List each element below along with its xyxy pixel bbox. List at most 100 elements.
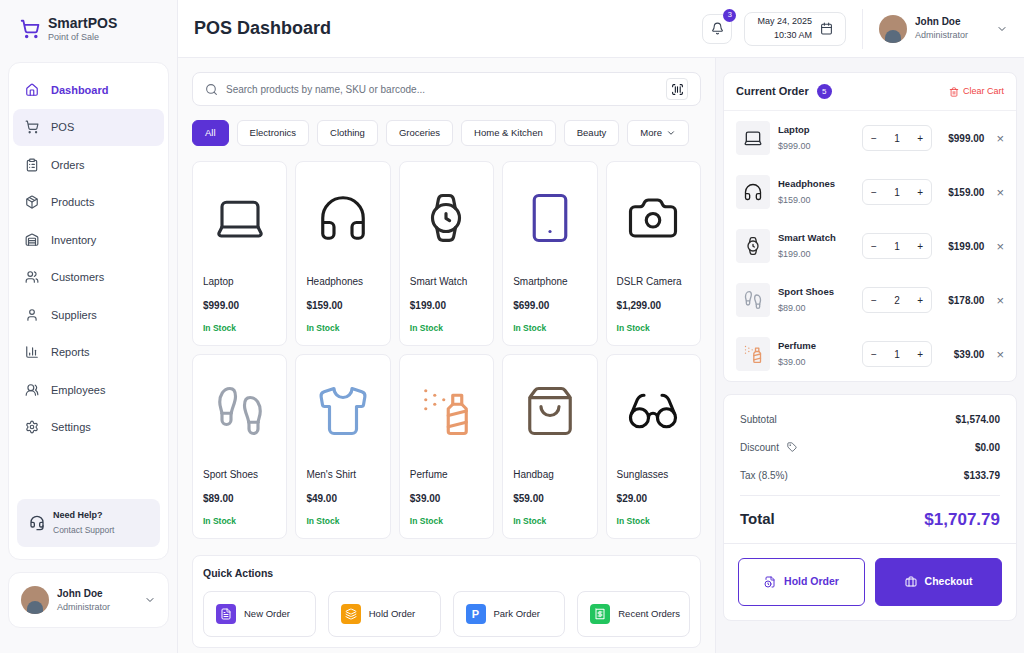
nav-icon [25,120,39,134]
quick-action-button[interactable]: Hold Order [328,591,441,637]
increase-button[interactable]: + [917,347,923,362]
sidebar-item[interactable]: Reports [13,334,164,372]
search-input[interactable] [226,82,658,97]
product-name: Perfume [410,467,483,482]
category-tab[interactable]: Clothing [317,120,378,146]
product-price: $39.00 [410,491,483,506]
category-tabs: All Electronics Clothing Groceries Home & Ki… [192,120,701,146]
product-image [617,365,690,457]
hold-order-button[interactable]: Hold Order [738,558,865,606]
product-image [617,172,690,264]
remove-button[interactable]: × [996,294,1004,307]
header-user-role: Administrator [915,29,968,43]
product-name: Laptop [203,274,276,289]
category-tab[interactable]: Home & Kitchen [461,120,556,146]
product-stock: In Stock [203,322,276,335]
clear-cart-button[interactable]: Clear Cart [949,85,1004,99]
decrease-button[interactable]: − [871,293,877,308]
sidebar-item[interactable]: Settings [13,409,164,447]
bell-icon [711,22,724,35]
quick-action-icon: P [466,604,486,624]
nav-icon [25,270,39,284]
product-card[interactable]: Laptop $999.00 In Stock [192,161,287,346]
sidebar-item[interactable]: Products [13,184,164,222]
help-box[interactable]: Need Help?Contact Support [17,499,160,547]
order-summary: Subtotal$1,574.00Discount$0.00Tax (8.5%)… [723,394,1017,621]
product-stock: In Stock [410,515,483,528]
sidebar-user[interactable]: John DoeAdministrator [8,572,169,628]
product-icon [523,384,577,438]
quick-action-icon [216,604,236,624]
category-tab[interactable]: Groceries [386,120,453,146]
quick-action-icon [590,604,610,624]
product-name: Men's Shirt [306,467,379,482]
order-item-icon [743,128,763,148]
search-bar[interactable] [192,72,701,106]
nav-icon [25,158,39,172]
order-item-name: Laptop [778,123,854,137]
sidebar-item[interactable]: Dashboard [13,71,164,109]
logo[interactable]: SmartPOSPoint of Sale [8,0,169,58]
order-item-price: $199.00 [778,248,854,262]
quantity: 1 [894,239,900,254]
product-stock: In Stock [513,322,586,335]
notifications-button[interactable]: 3 [702,14,732,44]
increase-button[interactable]: + [917,239,923,254]
header-user[interactable]: John DoeAdministrator [862,9,1008,49]
product-price: $999.00 [203,298,276,313]
decrease-button[interactable]: − [871,347,877,362]
order-item-icon [743,182,763,202]
remove-button[interactable]: × [996,240,1004,253]
user-name: John Doe [57,586,136,601]
increase-button[interactable]: + [917,185,923,200]
category-tab[interactable]: Beauty [564,120,620,146]
sidebar-item[interactable]: Employees [13,371,164,409]
sidebar-item[interactable]: Orders [13,146,164,184]
product-image [410,365,483,457]
sidebar-item[interactable]: Inventory [13,221,164,259]
nav-icon [25,195,39,209]
product-card[interactable]: Sunglasses$29.00In Stock [606,354,701,539]
current-order-title: Current Order [736,83,809,100]
decrease-button[interactable]: − [871,131,877,146]
quick-action-label: Hold Order [369,607,415,621]
product-image [203,172,276,264]
product-card[interactable]: Sport Shoes$89.00In Stock [192,354,287,539]
category-tab[interactable]: More [627,120,689,146]
quick-action-button[interactable]: Recent Orders [577,591,690,637]
order-item-icon [743,236,763,256]
decrease-button[interactable]: − [871,239,877,254]
quick-action-label: Park Order [494,607,540,621]
product-price: $199.00 [410,298,483,313]
product-name: DSLR Camera [617,274,690,289]
order-item: Sport Shoes$89.00−2+$178.00× [724,273,1016,327]
product-card[interactable]: Handbag$59.00In Stock [502,354,597,539]
increase-button[interactable]: + [917,293,923,308]
product-card[interactable]: Perfume $39.00 In Stock [399,354,494,539]
remove-button[interactable]: × [996,186,1004,199]
nav-icon [25,83,39,97]
sidebar-item[interactable]: Suppliers [13,296,164,334]
product-card[interactable]: DSLR Camera$1,299.00In Stock [606,161,701,346]
quick-action-button[interactable]: New Order [203,591,316,637]
remove-button[interactable]: × [996,348,1004,361]
category-tab[interactable]: All [192,120,229,146]
category-tab[interactable]: Electronics [237,120,309,146]
order-item-total: $159.00 [948,185,984,200]
quick-action-label: New Order [244,607,290,621]
product-card[interactable]: Smart Watch$199.00In Stock [399,161,494,346]
barcode-button[interactable] [666,78,688,100]
date-box[interactable]: May 24, 202510:30 AM [744,12,846,46]
decrease-button[interactable]: − [871,185,877,200]
product-card[interactable]: Smartphone$699.00In Stock [502,161,597,346]
increase-button[interactable]: + [917,131,923,146]
sidebar-item[interactable]: Customers [13,259,164,297]
checkout-button[interactable]: Checkout [875,558,1002,606]
remove-button[interactable]: × [996,132,1004,145]
product-stock: In Stock [617,515,690,528]
quick-action-button[interactable]: P Park Order [453,591,566,637]
product-card[interactable]: Headphones$159.00In Stock [295,161,390,346]
sidebar-item[interactable]: POS [13,109,164,147]
quantity-stepper: − 1 + [862,233,932,259]
product-card[interactable]: Men's Shirt$49.00In Stock [295,354,390,539]
